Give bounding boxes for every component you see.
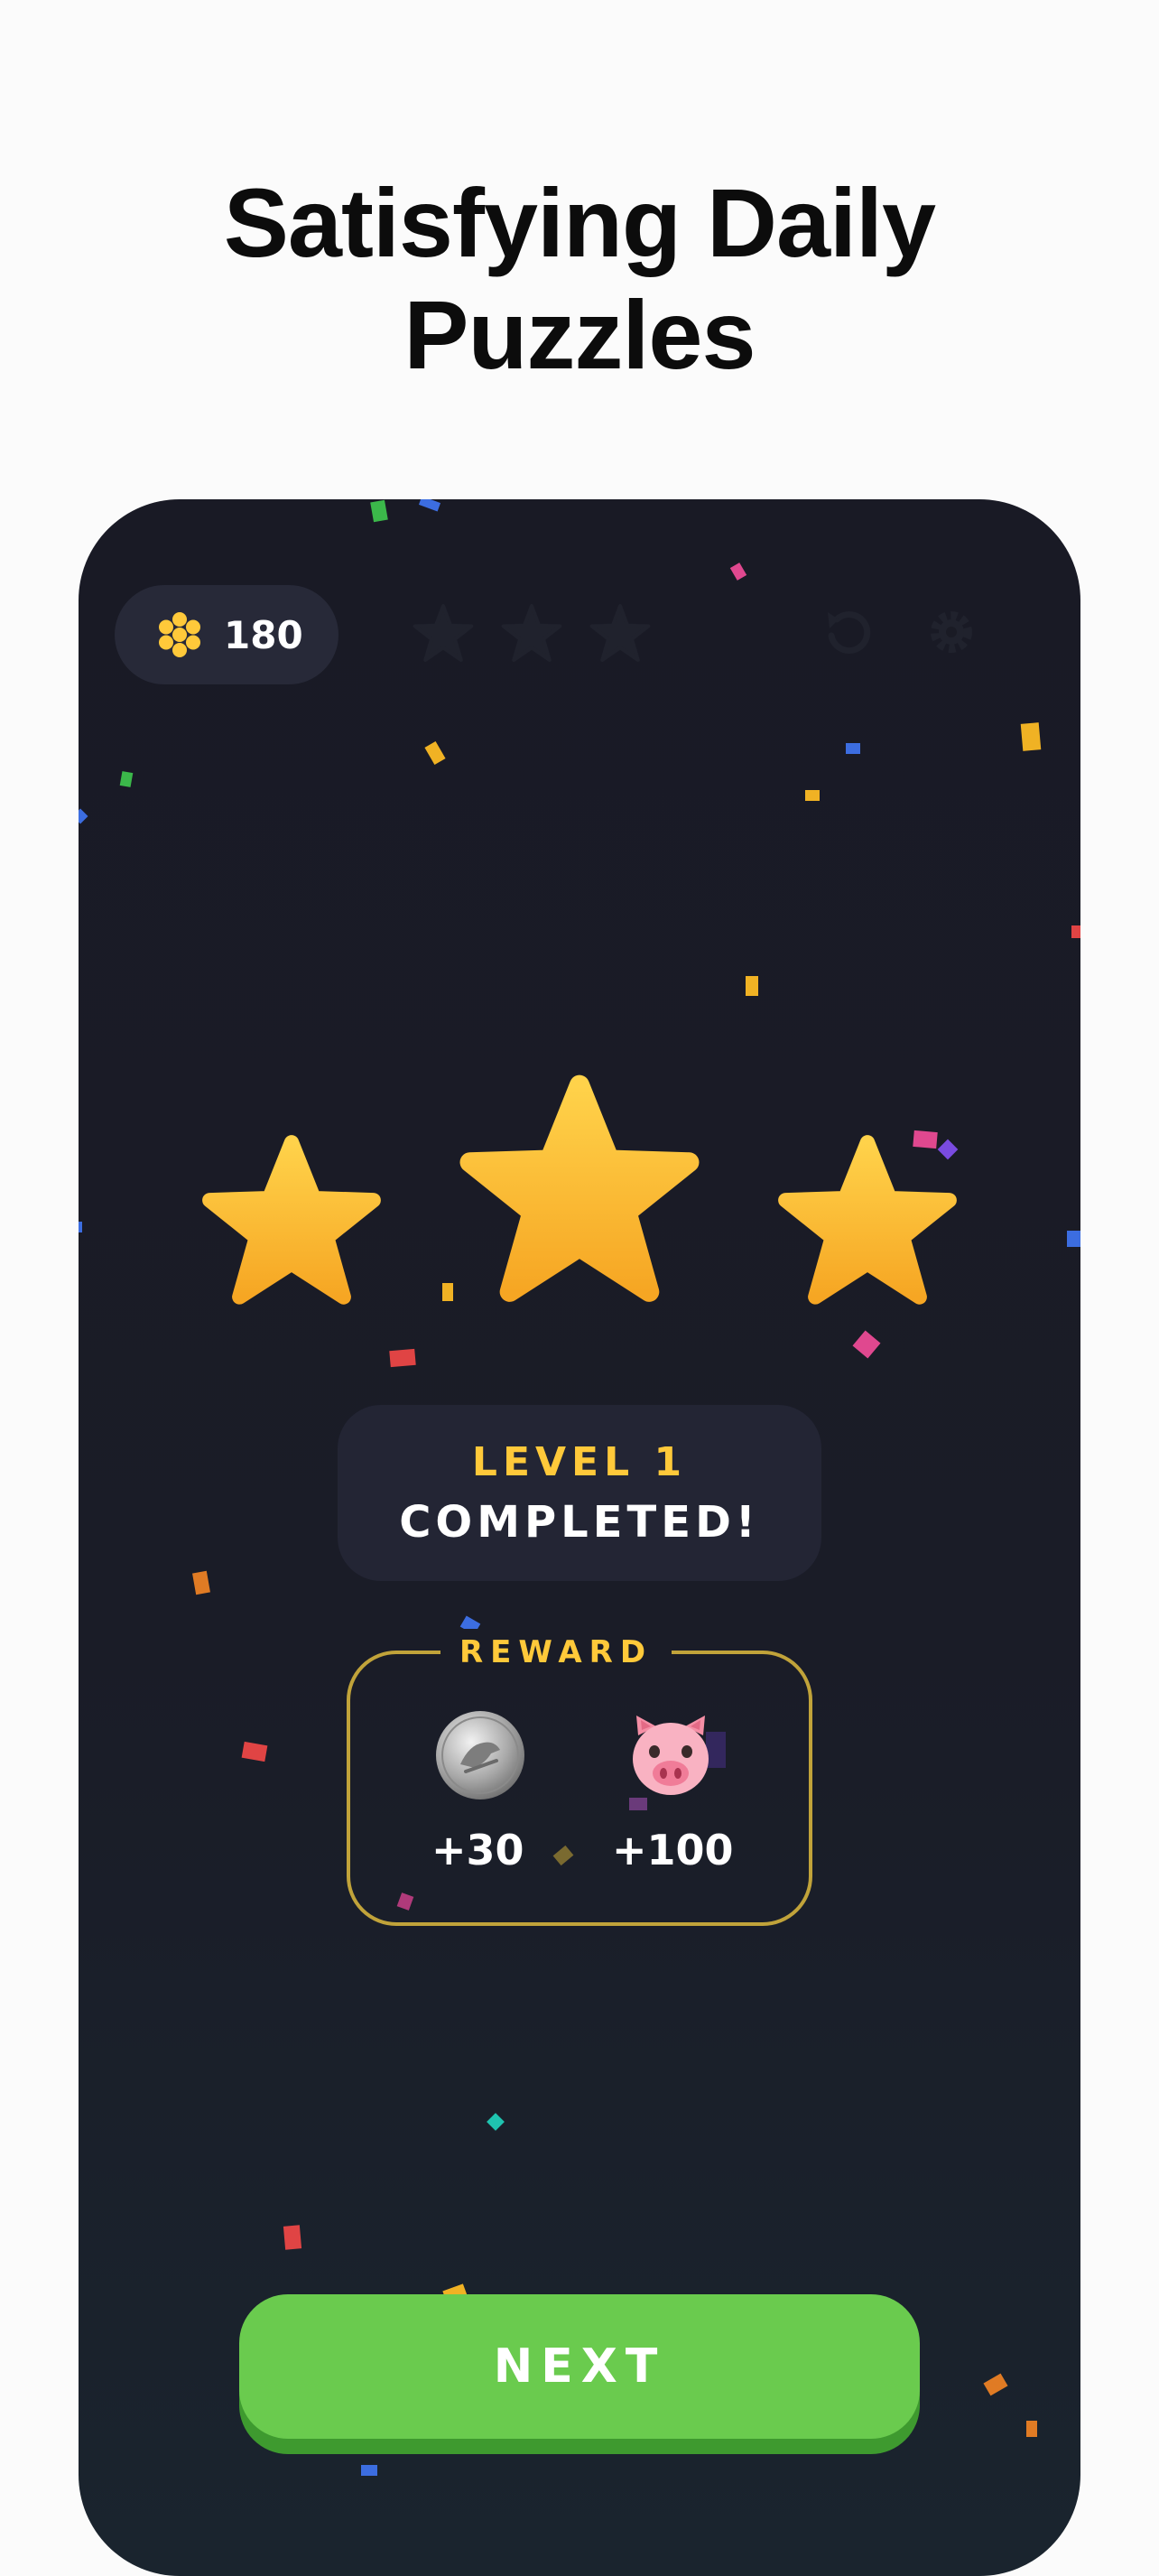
result-star-right-icon <box>778 1135 957 1305</box>
confetti-piece <box>1020 722 1042 751</box>
page-headline: Satisfying Daily Puzzles <box>0 167 1159 391</box>
reward-title: REWARD <box>440 1629 672 1676</box>
phone-screen: 180 LEVEL 1 COMPLETED! REWARD +30 +100 N… <box>79 499 1080 2576</box>
confetti-piece <box>487 2113 505 2131</box>
reward-box: REWARD +30 +100 <box>347 1629 812 1926</box>
confetti-piece <box>418 499 441 512</box>
confetti-piece <box>361 2465 377 2476</box>
confetti-piece <box>1067 1231 1080 1247</box>
next-button[interactable]: NEXT <box>239 2294 920 2439</box>
level-completed-card: LEVEL 1 COMPLETED! <box>338 1405 821 1581</box>
silver-coin-icon <box>436 1711 524 1799</box>
confetti-piece <box>283 2225 302 2250</box>
progress-star-icon <box>589 604 651 662</box>
pig-reward-amount: +100 <box>612 1826 734 1874</box>
level-label: LEVEL 1 <box>471 1439 688 1485</box>
confetti-piece <box>192 1570 210 1595</box>
coin-count: 180 <box>224 612 303 657</box>
result-star-left-icon <box>202 1135 381 1305</box>
confetti-piece <box>746 976 758 996</box>
undo-icon[interactable] <box>819 603 876 661</box>
confetti-piece <box>241 1741 268 1762</box>
top-bar: 180 <box>115 585 1044 684</box>
confetti-piece <box>852 1330 881 1359</box>
result-star-center-icon <box>459 1074 700 1302</box>
completed-label: COMPLETED! <box>399 1497 760 1548</box>
settings-gear-icon[interactable] <box>923 603 980 661</box>
confetti-piece <box>729 563 747 581</box>
coin-counter[interactable]: 180 <box>115 585 338 684</box>
confetti-piece <box>79 808 88 824</box>
headline-line-2: Puzzles <box>403 280 756 389</box>
confetti-piece <box>1026 2421 1037 2437</box>
confetti-piece <box>424 740 446 766</box>
confetti-piece <box>370 499 388 523</box>
confetti-piece <box>983 2373 1008 2396</box>
confetti-piece <box>1071 925 1080 938</box>
confetti-piece <box>389 1348 416 1368</box>
honeycomb-coin-icon <box>159 612 200 657</box>
progress-star-icon <box>501 604 562 662</box>
confetti-piece <box>79 1222 82 1232</box>
confetti-piece <box>119 771 134 787</box>
confetti-piece <box>442 1283 453 1301</box>
confetti-piece <box>805 790 820 801</box>
coin-reward-amount: +30 <box>431 1826 524 1874</box>
progress-star-icon <box>413 604 474 662</box>
confetti-piece <box>846 743 860 754</box>
pig-face-icon <box>633 1716 709 1795</box>
headline-line-1: Satisfying Daily <box>223 168 936 277</box>
